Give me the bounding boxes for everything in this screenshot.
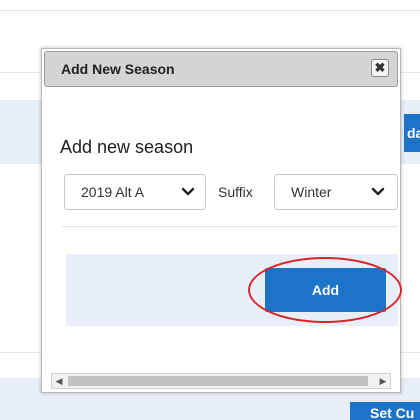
add-button[interactable]: Add	[265, 268, 386, 312]
background-button-top[interactable]: da	[404, 114, 420, 152]
scrollbar-thumb[interactable]	[68, 376, 368, 386]
scroll-left-icon[interactable]: ◀	[52, 374, 66, 388]
dialog-heading: Add new season	[60, 137, 194, 157]
divider	[62, 226, 398, 227]
suffix-select-value: Winter	[291, 184, 332, 200]
season-select[interactable]: 2019 Alt A	[64, 174, 206, 210]
page: da Set Cu Add New Season ✖ Add new seaso…	[0, 0, 420, 420]
season-select-value: 2019 Alt A	[81, 184, 145, 200]
horizontal-scrollbar[interactable]: ◀ ▶	[51, 373, 391, 389]
chevron-down-icon	[371, 175, 385, 221]
set-current-button[interactable]: Set Cu	[350, 402, 420, 420]
divider	[0, 10, 420, 11]
add-new-season-dialog: Add New Season ✖ Add new season 2019 Alt…	[41, 48, 402, 393]
suffix-label: Suffix	[218, 184, 253, 200]
chevron-down-icon	[181, 175, 195, 221]
close-icon[interactable]: ✖	[371, 59, 389, 77]
scroll-right-icon[interactable]: ▶	[376, 374, 390, 388]
dialog-title: Add New Season	[61, 61, 175, 77]
suffix-select[interactable]: Winter	[274, 174, 398, 210]
dialog-titlebar[interactable]: Add New Season ✖	[44, 51, 398, 87]
